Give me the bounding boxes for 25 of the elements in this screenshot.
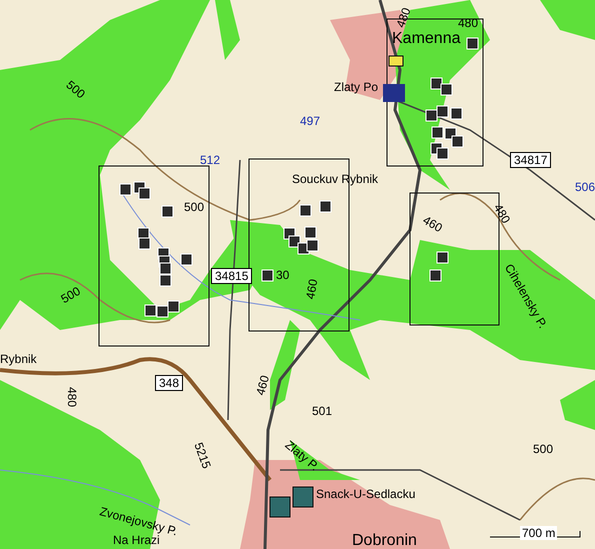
route-label: 506 xyxy=(575,180,595,194)
elevation-label: 460 xyxy=(303,278,320,300)
place-label: Rybnik xyxy=(0,352,37,366)
route-label: 512 xyxy=(200,153,220,167)
elevation-label: 480 xyxy=(393,6,414,30)
road-number-sign: 34815 xyxy=(211,268,252,284)
place-label: Zlaty Po xyxy=(334,80,378,94)
elevation-label: 480 xyxy=(458,16,478,30)
place-label: Snack-U-Sedlacku xyxy=(316,487,416,501)
elevation-label: 460 xyxy=(420,212,445,236)
road-number-sign: 34817 xyxy=(510,152,552,168)
town-label: Dobronin xyxy=(352,532,417,549)
elevation-label: 500 xyxy=(533,442,554,456)
elevation-label: 500 xyxy=(184,200,204,214)
road-number-sign: 348 xyxy=(155,375,184,391)
elevation-label: 480 xyxy=(490,202,514,226)
elevation-label: 5215 xyxy=(191,440,214,470)
elevation-label: 30 xyxy=(276,268,290,282)
elevation-label: 480 xyxy=(65,387,79,408)
elevation-label: 500 xyxy=(64,78,88,102)
scale-bar-label: 700 m xyxy=(520,526,558,540)
elevation-label: 500 xyxy=(58,284,83,306)
elevation-label: 460 xyxy=(253,374,272,397)
route-label: 497 xyxy=(300,114,320,128)
elevation-label: 501 xyxy=(312,404,332,418)
